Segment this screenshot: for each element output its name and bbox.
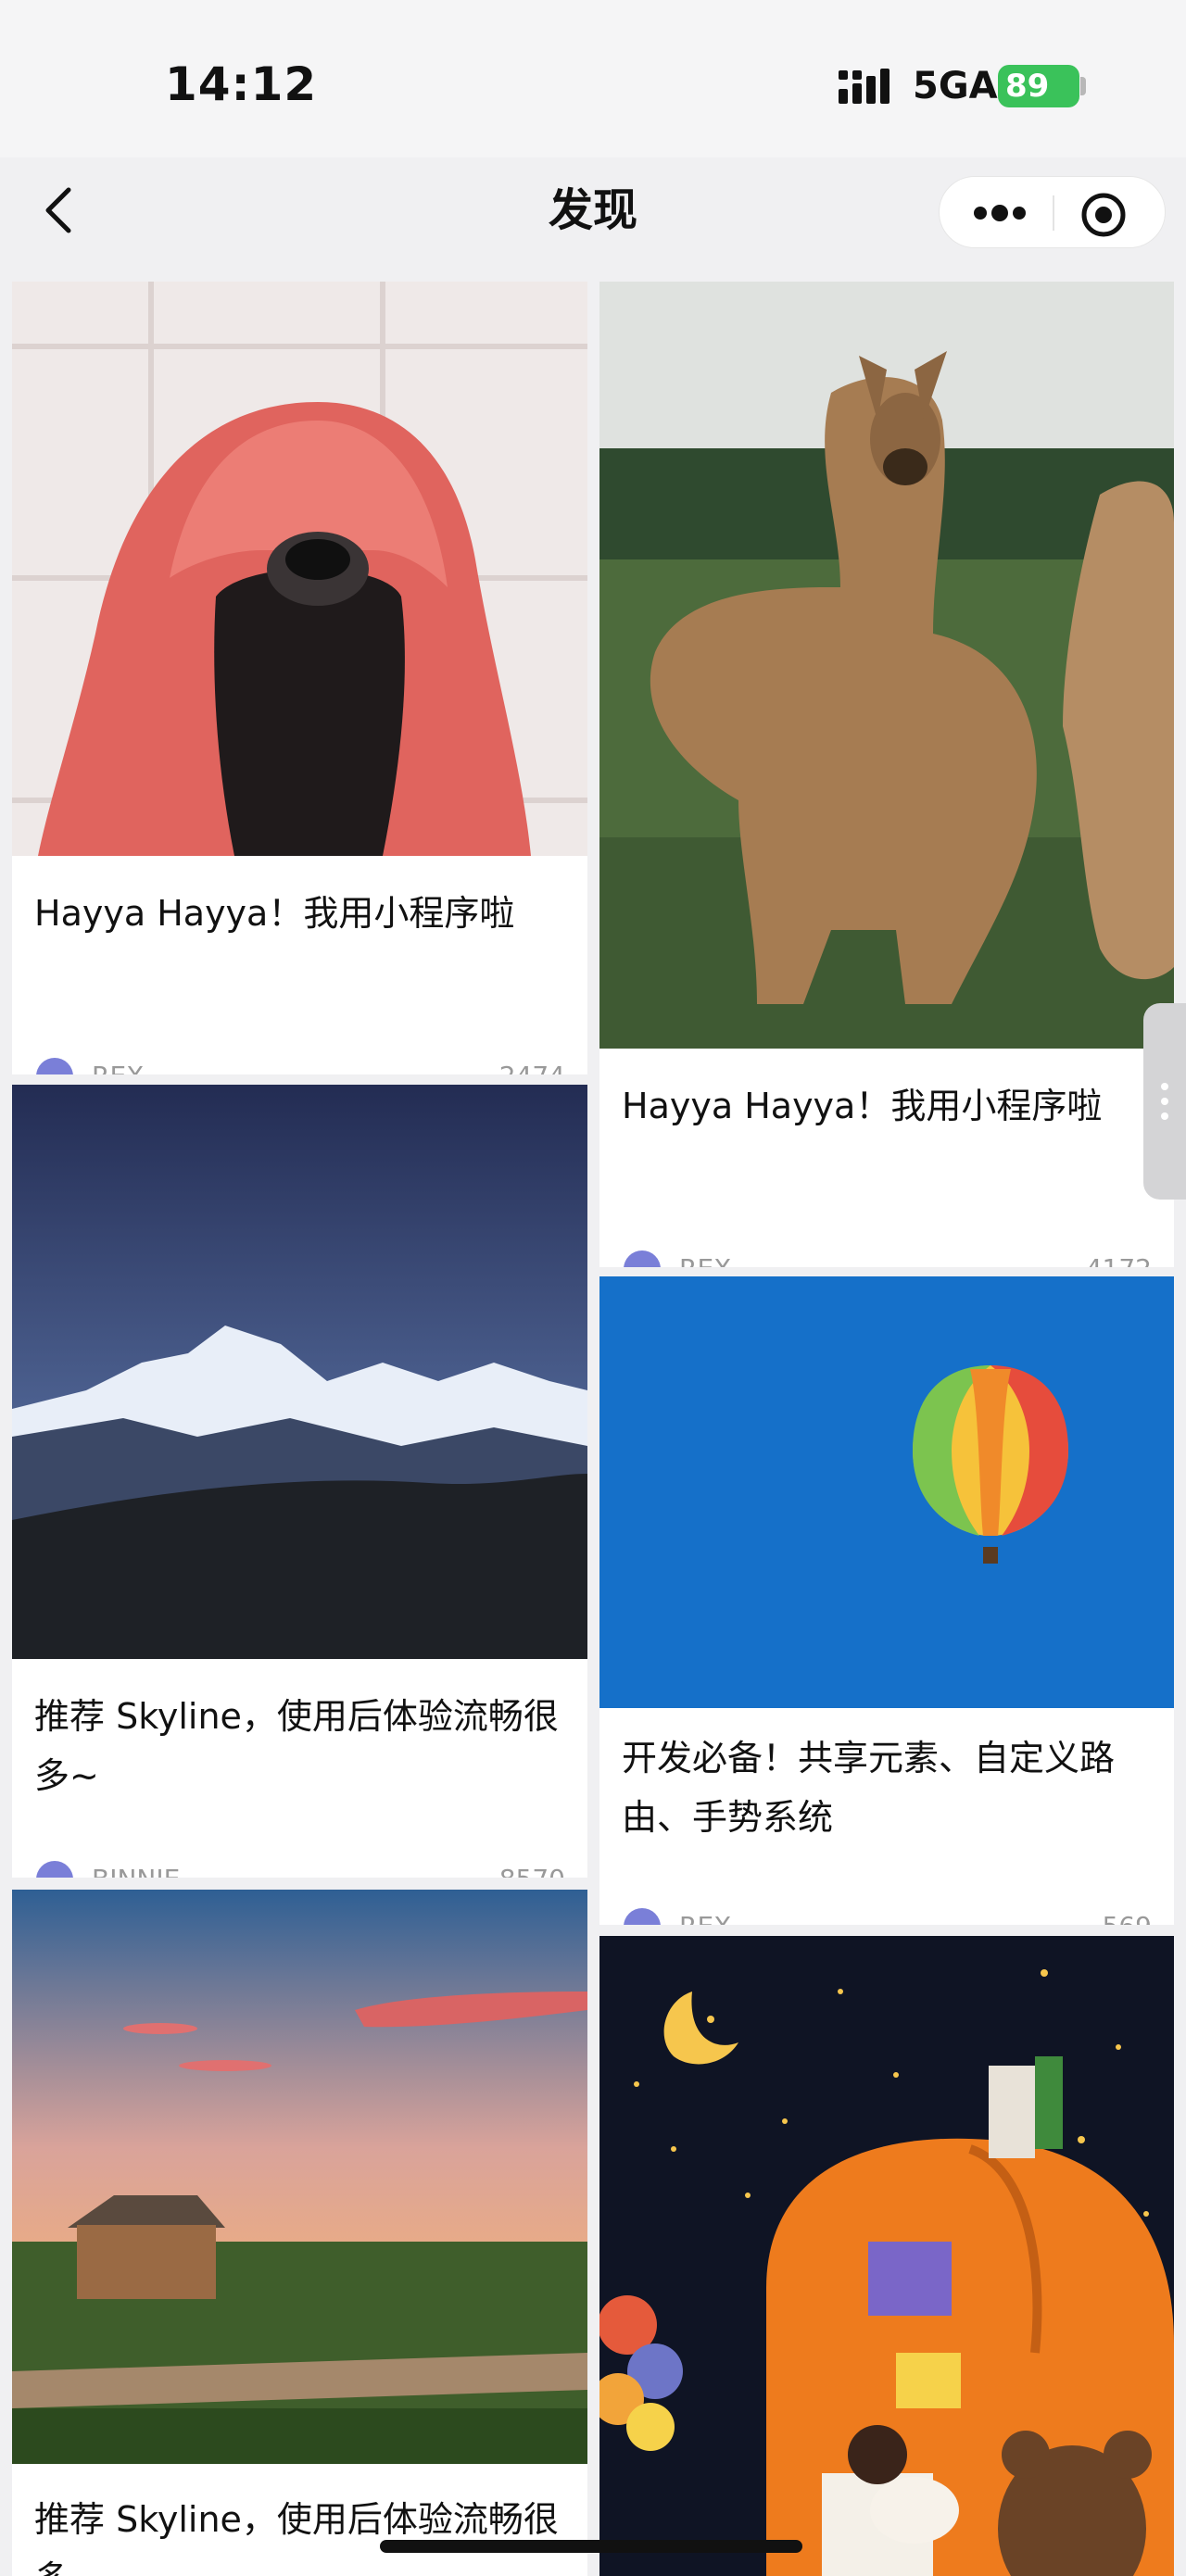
avatar	[624, 1250, 661, 1267]
signal-icon	[839, 69, 890, 104]
card-meta: REX 2474	[36, 1050, 565, 1074]
status-time: 14:12	[165, 57, 318, 111]
home-indicator[interactable]	[380, 2540, 802, 2553]
discover-feed: Hayya Hayya！我用小程序啦 REX 2474 Hayya Hayya！…	[0, 278, 1186, 2576]
card-image	[12, 282, 587, 856]
card-title: Hayya Hayya！我用小程序啦	[622, 1086, 1103, 1126]
battery-level: 89	[1005, 68, 1050, 105]
feed-card[interactable]: 开发必备！共享元素、自定义路由、手势系统 REX 569	[599, 1276, 1174, 1925]
handle-dot	[1161, 1112, 1168, 1120]
network-label: 5GA	[913, 65, 998, 107]
card-title: Hayya Hayya！我用小程序啦	[34, 893, 515, 934]
card-image	[599, 282, 1174, 1049]
floating-scroll-handle[interactable]	[1143, 1003, 1186, 1200]
card-meta: BINNIE 8570	[36, 1853, 565, 1878]
card-image	[599, 1276, 1174, 1708]
card-views: 569	[1103, 1908, 1152, 1925]
avatar	[624, 1908, 661, 1925]
avatar	[36, 1861, 73, 1878]
card-views: 4172	[1086, 1250, 1152, 1267]
capsule-divider	[1053, 195, 1054, 231]
card-author: REX	[92, 1058, 144, 1074]
mini-program-capsule	[939, 176, 1166, 248]
more-dots-icon[interactable]	[967, 194, 1032, 232]
feed-card[interactable]: 推荐 Skyline，使用后体验流畅很多~	[12, 1890, 587, 2576]
card-image	[12, 1085, 587, 1659]
feed-card[interactable]: Hayya Hayya！我用小程序啦 REX 4172	[599, 282, 1174, 1267]
card-author: REX	[679, 1250, 731, 1267]
status-bar: 14:12 5GA 89 发现	[0, 0, 1186, 248]
feed-card[interactable]: 推荐 Skyline，使用后体验流畅很多~ BINNIE 8570	[12, 1085, 587, 1878]
feed-card[interactable]: Hayya Hayya！我用小程序啦 REX 2474	[12, 282, 587, 1074]
card-views: 2474	[499, 1058, 565, 1074]
card-image	[599, 1936, 1174, 2576]
card-title: 开发必备！共享元素、自定义路由、手势系统	[622, 1738, 1116, 1838]
card-title: 推荐 Skyline，使用后体验流畅很多~	[34, 1696, 559, 1796]
battery-cap-icon	[1080, 77, 1086, 95]
avatar	[36, 1058, 73, 1074]
feed-card[interactable]	[599, 1936, 1174, 2576]
card-author: REX	[679, 1908, 731, 1925]
target-circle-icon[interactable]	[1079, 190, 1129, 240]
card-views: 8570	[499, 1861, 565, 1878]
handle-dot	[1161, 1083, 1168, 1090]
card-image	[12, 1890, 587, 2464]
card-author: BINNIE	[92, 1861, 180, 1878]
card-meta: REX 4172	[624, 1243, 1152, 1267]
card-meta: REX 569	[624, 1901, 1152, 1925]
battery-indicator: 89	[998, 65, 1079, 107]
card-title: 推荐 Skyline，使用后体验流畅很多~	[34, 2499, 559, 2576]
handle-dot	[1161, 1098, 1168, 1105]
